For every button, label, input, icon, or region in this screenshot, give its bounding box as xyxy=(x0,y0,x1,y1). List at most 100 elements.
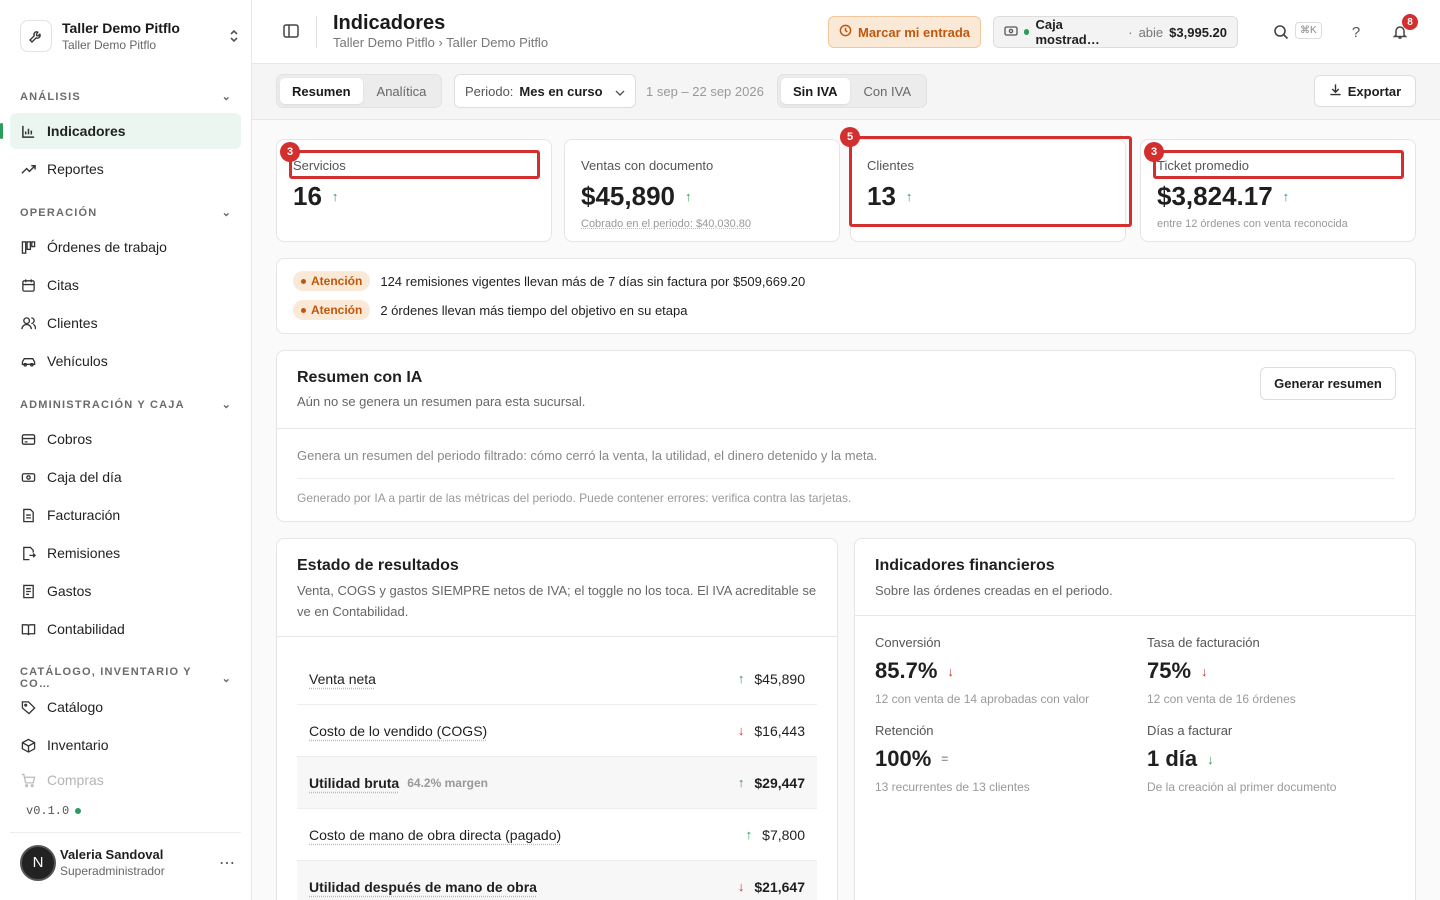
user-menu[interactable]: N Valeria Sandoval Superadministrador ⋯ xyxy=(10,832,241,892)
sidebar-item-label: Clientes xyxy=(47,315,98,331)
notification-badge: 8 xyxy=(1402,14,1418,30)
row-value: $45,890 xyxy=(754,670,805,687)
sidebar-item-remisiones[interactable]: Remisiones xyxy=(10,535,241,571)
help-icon[interactable]: ? xyxy=(1346,22,1366,42)
export-button[interactable]: Exportar xyxy=(1314,75,1416,107)
alert-item[interactable]: Atención 2 órdenes llevan más tiempo del… xyxy=(293,300,687,320)
ai-summary-card: Resumen con IA Aún no se genera un resum… xyxy=(276,350,1416,522)
date-range: 1 sep – 22 sep 2026 xyxy=(646,84,764,99)
sidebar-item-compras[interactable]: Compras xyxy=(10,765,241,795)
sidebar-item-indicadores[interactable]: Indicadores xyxy=(0,113,241,149)
sidebar-item-label: Facturación xyxy=(47,507,121,523)
view-tabs: Resumen Analítica xyxy=(276,74,443,108)
arrow-down-icon: ↓ xyxy=(1207,751,1214,767)
card-subtitle: Venta, COGS y gastos SIEMPRE netos de IV… xyxy=(297,583,817,619)
table-row[interactable]: Utilidad bruta 64.2% margen ↑ $29,447 xyxy=(297,757,817,809)
sidebar-item-ordenes[interactable]: Órdenes de trabajo xyxy=(10,229,241,265)
metric-subtext: De la creación al primer documento xyxy=(1147,780,1337,794)
clock-in-button[interactable]: Marcar mi entrada xyxy=(828,16,981,48)
row-value: $7,800 xyxy=(762,826,805,843)
row-label: Costo de lo vendido (COGS) xyxy=(309,722,488,739)
cash-register-status: abie xyxy=(1138,24,1164,40)
section-administracion[interactable]: ADMINISTRACIÓN Y CAJA ⌄ xyxy=(20,398,232,412)
sidebar: Taller Demo Pitflo Taller Demo Pitflo AN… xyxy=(0,0,252,900)
tab-con-iva[interactable]: Con IVA xyxy=(852,78,923,104)
tab-resumen[interactable]: Resumen xyxy=(280,78,363,104)
table-row[interactable]: Venta neta ↑ $45,890 xyxy=(297,653,817,705)
section-title: CATÁLOGO, INVENTARIO Y CO… xyxy=(20,666,192,690)
status-badge: Atención xyxy=(293,300,371,320)
cash-register-button[interactable]: Caja mostrad… · abie $3,995.20 xyxy=(993,16,1238,48)
section-operacion[interactable]: OPERACIÓN ⌄ xyxy=(20,206,232,220)
metric-label: Tasa de facturación xyxy=(1147,635,1260,650)
sidebar-item-vehiculos[interactable]: Vehículos xyxy=(10,343,241,379)
kpi-subtext: Cobrado en el periodo: $40,030.80 xyxy=(581,218,752,230)
chevron-updown-icon xyxy=(226,28,242,44)
tab-sin-iva[interactable]: Sin IVA xyxy=(781,78,850,104)
alerts-panel: Atención 124 remisiones vigentes llevan … xyxy=(276,258,1416,334)
users-icon xyxy=(20,315,37,332)
car-icon xyxy=(20,353,37,370)
metric-value: 1 día xyxy=(1147,746,1198,771)
generate-summary-button[interactable]: Generar resumen xyxy=(1260,367,1396,400)
workspace-switcher[interactable]: Taller Demo Pitflo Taller Demo Pitflo xyxy=(20,16,242,56)
sidebar-item-reportes[interactable]: Reportes xyxy=(10,151,241,187)
cash-register-name: Caja mostrad… xyxy=(1035,17,1100,47)
row-label: Utilidad bruta xyxy=(309,774,400,791)
main-content: Indicadores Taller Demo Pitflo › Taller … xyxy=(252,0,1440,900)
metric-label: Conversión xyxy=(875,635,941,650)
kpi-subtext: entre 12 órdenes con venta reconocida xyxy=(1157,218,1348,230)
metric-subtext: 13 recurrentes de 13 clientes xyxy=(875,780,1030,794)
card-icon xyxy=(20,431,37,448)
section-analisis[interactable]: ANÁLISIS ⌄ xyxy=(20,90,232,104)
more-icon[interactable]: ⋯ xyxy=(219,853,235,873)
alert-tag: Atención xyxy=(311,274,363,288)
sidebar-item-facturacion[interactable]: Facturación xyxy=(10,497,241,533)
app-version: v0.1.0 xyxy=(26,804,82,818)
card-title: Indicadores financieros xyxy=(875,557,1055,574)
metric-value: 100% xyxy=(875,746,932,771)
sidebar-toggle-icon[interactable] xyxy=(282,22,300,40)
sidebar-item-citas[interactable]: Citas xyxy=(10,267,241,303)
shortcut-hint: ⌘K xyxy=(1295,22,1322,39)
card-subtitle: Sobre las órdenes creadas en el periodo. xyxy=(875,583,1113,598)
sidebar-item-catalogo[interactable]: Catálogo xyxy=(10,689,241,725)
kanban-icon xyxy=(20,239,37,256)
separator-dot: · xyxy=(1128,24,1133,40)
metric-subtext: 12 con venta de 14 aprobadas con valor xyxy=(875,692,1090,706)
kpi-value: $45,890 xyxy=(581,181,675,211)
status-badge: Atención xyxy=(293,271,371,291)
breadcrumb[interactable]: Taller Demo Pitflo › Taller Demo Pitflo xyxy=(333,35,548,50)
tag-icon xyxy=(20,699,37,716)
tab-analitica[interactable]: Analítica xyxy=(365,78,439,104)
sidebar-item-gastos[interactable]: Gastos xyxy=(10,573,241,609)
search-icon[interactable] xyxy=(1271,22,1291,42)
sidebar-item-cobros[interactable]: Cobros xyxy=(10,421,241,457)
document-icon xyxy=(20,507,37,524)
table-row[interactable]: Costo de lo vendido (COGS) ↓ $16,443 xyxy=(297,705,817,757)
sidebar-item-inventario[interactable]: Inventario xyxy=(10,727,241,763)
row-label: Utilidad después de mano de obra xyxy=(309,878,537,895)
row-value: $21,647 xyxy=(754,878,805,895)
chevron-down-icon: ⌄ xyxy=(221,207,232,219)
alert-text: 2 órdenes llevan más tiempo del objetivo… xyxy=(380,302,688,318)
section-catalogo[interactable]: CATÁLOGO, INVENTARIO Y CO… ⌄ xyxy=(20,666,232,690)
bar-chart-icon xyxy=(20,123,37,140)
status-dot xyxy=(1024,29,1030,35)
table-row[interactable]: Costo de mano de obra directa (pagado) ↑… xyxy=(297,809,817,861)
metric-value: 85.7% xyxy=(875,658,938,683)
kpi-value: 16 xyxy=(293,181,322,211)
sidebar-item-clientes[interactable]: Clientes xyxy=(10,305,241,341)
arrow-up-icon: ↑ xyxy=(1282,189,1290,204)
status-dot xyxy=(75,808,82,814)
sidebar-item-label: Remisiones xyxy=(47,545,121,561)
highlight-badge: 3 xyxy=(280,142,300,162)
sidebar-item-label: Reportes xyxy=(47,161,104,177)
cart-icon xyxy=(20,772,37,789)
period-select[interactable]: Periodo: Mes en curso xyxy=(454,74,636,108)
sidebar-item-caja[interactable]: Caja del día xyxy=(10,459,241,495)
table-row[interactable]: Utilidad después de mano de obra ↓ $21,64… xyxy=(297,861,817,900)
sidebar-item-contabilidad[interactable]: Contabilidad xyxy=(10,611,241,647)
alert-item[interactable]: Atención 124 remisiones vigentes llevan … xyxy=(293,271,805,291)
row-margin: 64.2% margen xyxy=(407,775,488,790)
